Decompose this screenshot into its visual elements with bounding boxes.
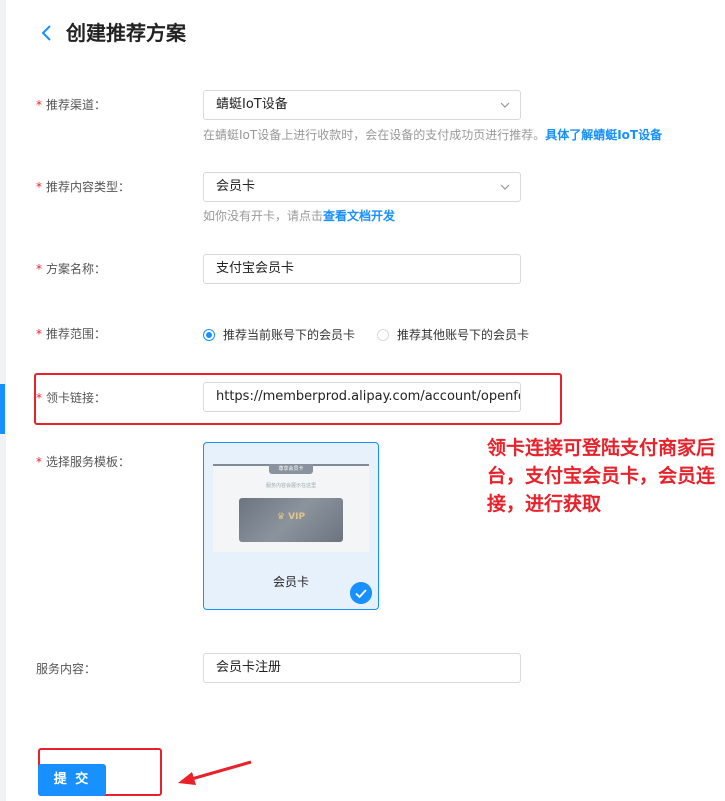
check-icon — [350, 582, 372, 604]
plan-name-input[interactable]: 支付宝会员卡 — [203, 254, 521, 284]
content-type-select[interactable]: 会员卡 — [203, 172, 521, 202]
scope-radio-other[interactable]: 推荐其他账号下的会员卡 — [377, 326, 529, 344]
channel-help-text: 在蜻蜓IoT设备上进行收款时，会在设备的支付成功页进行推荐。 — [203, 128, 546, 142]
content-type-select-value: 会员卡 — [216, 179, 256, 194]
scope-radio-current[interactable]: 推荐当前账号下的会员卡 — [203, 326, 355, 344]
radio-checked-icon — [203, 329, 215, 341]
chevron-left-icon[interactable] — [38, 22, 58, 44]
page-title: 创建推荐方案 — [66, 21, 186, 45]
content-type-label-text: 推荐内容类型： — [46, 180, 131, 194]
channel-select[interactable]: 蜻蜓IoT设备 — [203, 90, 521, 120]
required-mark: * — [36, 98, 42, 112]
card-preview: 尊享会员卡 服务内容会展示在这里 ♛ VIP — [213, 464, 369, 552]
scope-option-current: 推荐当前账号下的会员卡 — [223, 328, 356, 342]
content-type-help-text: 如你没有开卡，请点击 — [203, 209, 324, 223]
required-mark: * — [36, 262, 42, 276]
content-type-help: 如你没有开卡，请点击查看文档开发 — [203, 207, 395, 225]
service-content-label: 服务内容： — [36, 662, 97, 676]
channel-label: * 推荐渠道： — [36, 96, 106, 114]
template-card-member[interactable]: 尊享会员卡 服务内容会展示在这里 ♛ VIP 会员卡 — [203, 442, 379, 610]
radio-unchecked-icon — [377, 329, 389, 341]
service-content-input[interactable]: 会员卡注册 — [203, 653, 521, 683]
chevron-down-icon — [500, 102, 510, 108]
scope-option-other: 推荐其他账号下的会员卡 — [397, 328, 530, 342]
template-label: * 选择服务模板： — [36, 453, 130, 471]
channel-select-value: 蜻蜓IoT设备 — [216, 97, 288, 112]
vip-crown-icon: ♛ VIP — [276, 512, 306, 522]
highlight-box-card-link — [34, 373, 562, 425]
channel-help-link[interactable]: 具体了解蜻蜓IoT设备 — [545, 128, 662, 142]
scope-label-text: 推荐范围： — [46, 327, 107, 341]
chevron-down-icon — [500, 184, 510, 190]
channel-label-text: 推荐渠道： — [46, 98, 107, 112]
submit-button[interactable]: 提 交 — [38, 764, 106, 796]
channel-help: 在蜻蜓IoT设备上进行收款时，会在设备的支付成功页进行推荐。具体了解蜻蜓IoT设… — [203, 126, 662, 144]
content-type-help-link[interactable]: 查看文档开发 — [323, 209, 395, 223]
required-mark: * — [36, 180, 42, 194]
annotation-arrow-icon — [178, 760, 252, 785]
preview-tab: 尊享会员卡 — [269, 464, 313, 474]
annotation-text: 领卡连接可登陆支付商家后台，支付宝会员卡，会员连接，进行获取 — [487, 437, 716, 515]
active-indicator — [0, 384, 5, 434]
required-mark: * — [36, 455, 42, 469]
preview-hint: 服务内容会展示在这里 — [265, 483, 316, 489]
vip-card-image: ♛ VIP — [239, 498, 343, 542]
plan-name-label: * 方案名称： — [36, 260, 106, 278]
template-label-text: 选择服务模板： — [46, 455, 131, 469]
required-mark: * — [36, 327, 42, 341]
content-type-label: * 推荐内容类型： — [36, 178, 130, 196]
plan-name-label-text: 方案名称： — [46, 262, 107, 276]
scope-label: * 推荐范围： — [36, 325, 106, 343]
